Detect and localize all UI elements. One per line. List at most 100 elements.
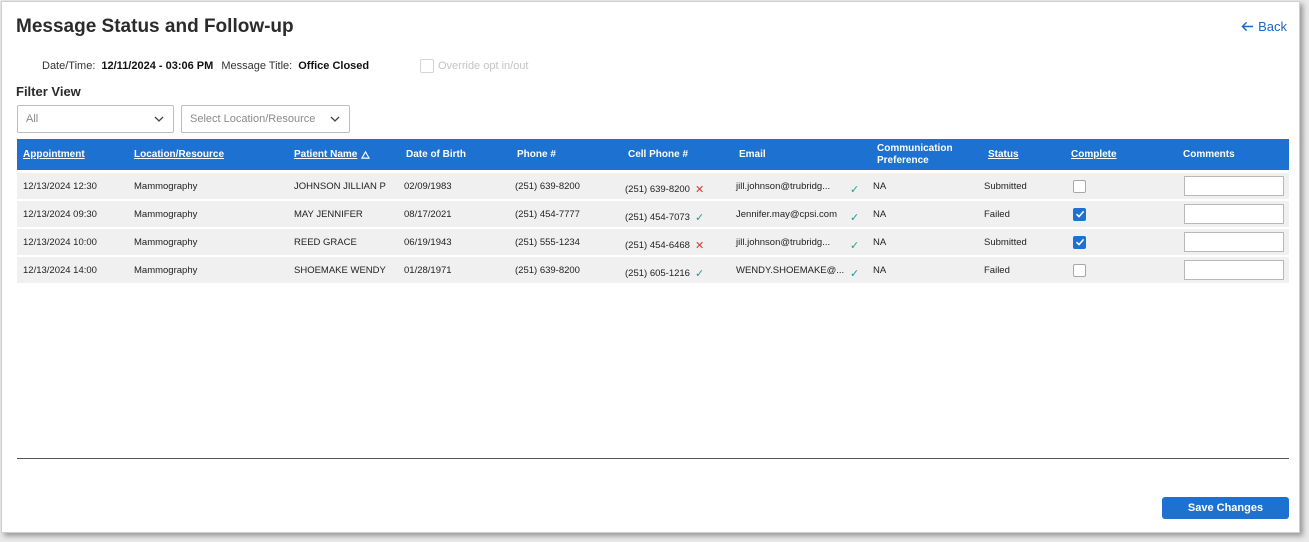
complete-checkbox[interactable] bbox=[1073, 207, 1086, 221]
checkmark-icon bbox=[1075, 210, 1084, 218]
comments-input[interactable] bbox=[1184, 204, 1284, 224]
message-title-label: Message Title: bbox=[221, 60, 293, 72]
complete-cell bbox=[1073, 201, 1086, 227]
override-checkbox[interactable]: Override opt in/out bbox=[420, 59, 529, 73]
header-patient-name[interactable]: Patient Name bbox=[294, 139, 371, 170]
table-row[interactable]: 12/13/2024 09:30 Mammography MAY JENNIFER 0… bbox=[17, 201, 1289, 227]
email-status-cell: ✓ bbox=[845, 260, 859, 286]
header-cell-phone: Cell Phone # bbox=[628, 148, 689, 160]
phone-cell: (251) 454-7777 bbox=[515, 208, 580, 220]
check-icon: ✓ bbox=[850, 211, 860, 224]
table-row[interactable]: 12/13/2024 10:00 Mammography REED GRACE 06/… bbox=[17, 229, 1289, 255]
status-cell: Failed bbox=[984, 264, 1010, 276]
cell-phone-cell: (251) 454-6468 ✕ bbox=[625, 232, 704, 258]
back-link[interactable]: Back bbox=[1241, 19, 1287, 34]
override-checkbox-box[interactable] bbox=[420, 59, 434, 73]
header-appointment[interactable]: Appointment bbox=[23, 139, 85, 170]
communication-preference-cell: NA bbox=[873, 264, 887, 276]
header-patient-label[interactable]: Patient Name bbox=[294, 149, 357, 161]
location-cell: Mammography bbox=[134, 236, 198, 248]
checkmark-icon bbox=[1075, 238, 1084, 246]
message-meta: Date/Time: 12/11/2024 - 03:06 PM Message… bbox=[42, 60, 377, 72]
cell-phone-cell: (251) 605-1216 ✓ bbox=[625, 260, 704, 286]
status-cell: Submitted bbox=[984, 180, 1027, 192]
page-title: Message Status and Follow-up bbox=[16, 16, 294, 37]
message-title-value: Office Closed bbox=[298, 60, 370, 72]
back-label: Back bbox=[1258, 19, 1287, 34]
phone-cell: (251) 555-1234 bbox=[515, 236, 580, 248]
table-header: Appointment Location/Resource Patient Na… bbox=[17, 139, 1289, 170]
location-select[interactable]: Select Location/Resource bbox=[181, 105, 350, 133]
save-changes-button[interactable]: Save Changes bbox=[1162, 497, 1289, 519]
complete-checkbox[interactable] bbox=[1073, 235, 1086, 249]
comments-input[interactable] bbox=[1184, 232, 1284, 252]
dob-cell: 06/19/1943 bbox=[404, 236, 452, 248]
message-status-table: Appointment Location/Resource Patient Na… bbox=[17, 139, 1289, 283]
patient-name-cell: JOHNSON JILLIAN P bbox=[294, 180, 386, 192]
x-icon: ✕ bbox=[694, 239, 705, 252]
view-select-value: All bbox=[26, 113, 39, 125]
arrow-left-icon bbox=[1241, 21, 1254, 32]
datetime-label: Date/Time: bbox=[42, 60, 96, 72]
comments-cell bbox=[1184, 257, 1284, 283]
header-communication-preference: Communication Preference bbox=[877, 139, 953, 170]
email-cell: Jennifer.may@cpsi.com bbox=[736, 208, 837, 220]
cell-phone-cell: (251) 639-8200 ✕ bbox=[625, 176, 704, 202]
complete-cell bbox=[1073, 257, 1086, 283]
header-status[interactable]: Status bbox=[988, 139, 1019, 170]
communication-preference-cell: NA bbox=[873, 208, 887, 220]
comments-input[interactable] bbox=[1184, 176, 1284, 196]
check-icon: ✓ bbox=[850, 183, 860, 196]
datetime-value: 12/11/2024 - 03:06 PM bbox=[101, 60, 214, 72]
cell-phone-value: (251) 454-6468 bbox=[625, 239, 690, 251]
dialog-window: Message Status and Follow-up Back Date/T… bbox=[1, 1, 1300, 533]
comments-cell bbox=[1184, 173, 1284, 199]
status-cell: Submitted bbox=[984, 236, 1027, 248]
email-cell: jill.johnson@trubridg... bbox=[736, 180, 831, 192]
header-comm-line1: Communication bbox=[877, 142, 953, 154]
patient-name-cell: MAY JENNIFER bbox=[294, 208, 363, 220]
header-complete[interactable]: Complete bbox=[1071, 139, 1117, 170]
dob-cell: 08/17/2021 bbox=[404, 208, 452, 220]
comments-cell bbox=[1184, 201, 1284, 227]
location-select-value: Select Location/Resource bbox=[190, 113, 316, 125]
header-location[interactable]: Location/Resource bbox=[134, 139, 224, 170]
email-status-cell: ✓ bbox=[845, 204, 859, 230]
view-select[interactable]: All bbox=[17, 105, 174, 133]
email-cell: WENDY.SHOEMAKE@... bbox=[736, 264, 845, 276]
email-cell: jill.johnson@trubridg... bbox=[736, 236, 831, 248]
comments-cell bbox=[1184, 229, 1284, 255]
phone-cell: (251) 639-8200 bbox=[515, 264, 580, 276]
communication-preference-cell: NA bbox=[873, 180, 887, 192]
complete-cell bbox=[1073, 173, 1086, 199]
sort-ascending-icon bbox=[361, 150, 371, 159]
communication-preference-cell: NA bbox=[873, 236, 887, 248]
check-icon: ✓ bbox=[850, 267, 860, 280]
appointment-cell: 12/13/2024 12:30 bbox=[23, 180, 97, 192]
email-status-cell: ✓ bbox=[845, 176, 859, 202]
chevron-down-icon bbox=[154, 116, 164, 122]
dob-cell: 02/09/1983 bbox=[404, 180, 452, 192]
check-icon: ✓ bbox=[694, 211, 705, 224]
email-status-cell: ✓ bbox=[845, 232, 859, 258]
cell-phone-value: (251) 454-7073 bbox=[625, 211, 690, 223]
override-label: Override opt in/out bbox=[438, 60, 529, 72]
chevron-down-icon bbox=[330, 116, 340, 122]
appointment-cell: 12/13/2024 10:00 bbox=[23, 236, 97, 248]
footer-divider bbox=[17, 458, 1289, 459]
header-phone: Phone # bbox=[517, 148, 556, 160]
location-cell: Mammography bbox=[134, 208, 198, 220]
cell-phone-cell: (251) 454-7073 ✓ bbox=[625, 204, 704, 230]
comments-input[interactable] bbox=[1184, 260, 1284, 280]
table-row[interactable]: 12/13/2024 12:30 Mammography JOHNSON JILLI… bbox=[17, 173, 1289, 199]
patient-name-cell: REED GRACE bbox=[294, 236, 357, 248]
check-icon: ✓ bbox=[694, 267, 705, 280]
complete-checkbox[interactable] bbox=[1073, 263, 1086, 277]
table-row[interactable]: 12/13/2024 14:00 Mammography SHOEMAKE WEND… bbox=[17, 257, 1289, 283]
complete-checkbox[interactable] bbox=[1073, 179, 1086, 193]
location-cell: Mammography bbox=[134, 264, 198, 276]
header-email: Email bbox=[739, 148, 766, 160]
patient-name-cell: SHOEMAKE WENDY bbox=[294, 264, 386, 276]
x-icon: ✕ bbox=[694, 183, 705, 196]
complete-cell bbox=[1073, 229, 1086, 255]
